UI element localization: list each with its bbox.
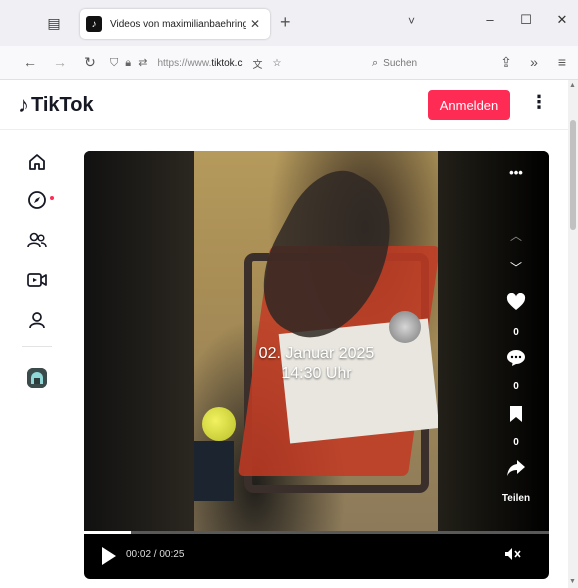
url-text[interactable]: https://www.tiktok.c (157, 58, 242, 69)
video-player[interactable]: 02. Januar 2025 14:30 Uhr ••• ︿ ﹀ 0 0 0 … (84, 151, 549, 579)
notification-dot (50, 196, 54, 200)
live-avatar-icon[interactable] (27, 368, 47, 388)
reload-icon[interactable]: ↻ (80, 54, 100, 71)
video-content-ball (202, 407, 236, 441)
sidebar-divider (22, 346, 52, 347)
video-content-phone (194, 441, 234, 501)
save-count: 0 (513, 437, 519, 448)
video-content-glass (389, 311, 421, 343)
play-icon[interactable] (102, 547, 116, 565)
video-more-icon[interactable]: ••• (502, 165, 530, 180)
following-icon[interactable] (25, 228, 49, 252)
video-time-display: 00:02 / 00:25 (126, 549, 185, 560)
share-arrow-icon[interactable] (502, 459, 530, 482)
browser-tab-bar: ▤ ♪ Videos von maximilianbaehring ✕ + ˅ … (0, 0, 578, 46)
chevron-up-icon[interactable]: ︿ (502, 227, 530, 244)
search-icon: ⌕ (372, 56, 379, 69)
profile-icon[interactable] (25, 308, 49, 332)
new-tab-button[interactable]: + (280, 12, 291, 33)
logo-text: TikTok (31, 93, 94, 116)
video-progress-bar[interactable] (84, 531, 549, 534)
tiktok-note-icon: ♪ (18, 92, 29, 117)
tracking-protection-icon[interactable]: ⛉ 🔒︎ ⇄ (110, 56, 149, 70)
scroll-up-icon[interactable]: ▲ (569, 82, 576, 89)
overlay-time: 14:30 Uhr (281, 365, 352, 382)
tiktok-logo[interactable]: ♪ TikTok (18, 92, 94, 118)
video-blur-right (438, 151, 549, 531)
home-icon[interactable] (25, 150, 49, 174)
overlay-date: 02. Januar 2025 (258, 345, 375, 362)
like-count: 0 (513, 327, 519, 338)
chevron-down-icon[interactable]: ˅ (408, 14, 415, 28)
sidebar (0, 130, 70, 588)
browser-nav-bar: ← → ↻ ⛉ 🔒︎ ⇄ https://www.tiktok.c 文 ☆ ⌕ … (0, 46, 578, 80)
bookmark-star-icon[interactable]: ☆ (272, 58, 281, 69)
search-input[interactable]: ⌕ Suchen (372, 51, 482, 75)
page-scrollbar[interactable]: ▲ ▼ (568, 80, 578, 588)
bookmark-icon[interactable] (502, 405, 530, 428)
translate-icon[interactable]: 文 (252, 56, 262, 71)
tab-list-icon[interactable]: ▤ (44, 14, 64, 32)
forward-arrow-icon[interactable]: → (50, 54, 70, 70)
comment-icon[interactable] (502, 349, 530, 372)
more-options-icon[interactable]: ⋮ (530, 92, 548, 113)
scroll-down-icon[interactable]: ▼ (569, 578, 576, 585)
login-button[interactable]: Anmelden (428, 90, 510, 120)
tiktok-header: ♪ TikTok Anmelden ⋮ (0, 80, 568, 130)
hamburger-menu-icon[interactable]: ≡ (552, 54, 572, 70)
back-arrow-icon[interactable]: ← (20, 54, 40, 70)
mute-icon[interactable] (504, 547, 522, 564)
url-bar[interactable]: ⛉ 🔒︎ ⇄ https://www.tiktok.c 文 ☆ (110, 51, 368, 75)
window-close-button[interactable]: ✕ (550, 12, 574, 28)
video-frame[interactable] (194, 151, 441, 531)
live-icon[interactable] (25, 268, 49, 292)
like-heart-icon[interactable] (502, 292, 530, 316)
share-label: Teilen (501, 493, 531, 504)
tab-close-icon[interactable]: ✕ (250, 17, 260, 31)
chevron-down-icon[interactable]: ﹀ (502, 259, 530, 276)
tab-title: Videos von maximilianbaehring (110, 18, 246, 30)
overflow-menu-icon[interactable]: » (524, 54, 544, 70)
browser-tab-active[interactable]: ♪ Videos von maximilianbaehring ✕ (80, 9, 270, 39)
video-blur-left (84, 151, 194, 531)
window-maximize-button[interactable]: ☐ (514, 12, 538, 28)
search-placeholder: Suchen (383, 57, 418, 69)
tiktok-icon: ♪ (86, 16, 102, 32)
scroll-thumb[interactable] (570, 120, 576, 230)
explore-icon[interactable] (25, 188, 49, 212)
comment-count: 0 (513, 381, 519, 392)
video-progress-fill (84, 531, 131, 534)
share-icon[interactable]: ⇪ (496, 54, 516, 71)
window-minimize-button[interactable]: – (478, 12, 502, 27)
